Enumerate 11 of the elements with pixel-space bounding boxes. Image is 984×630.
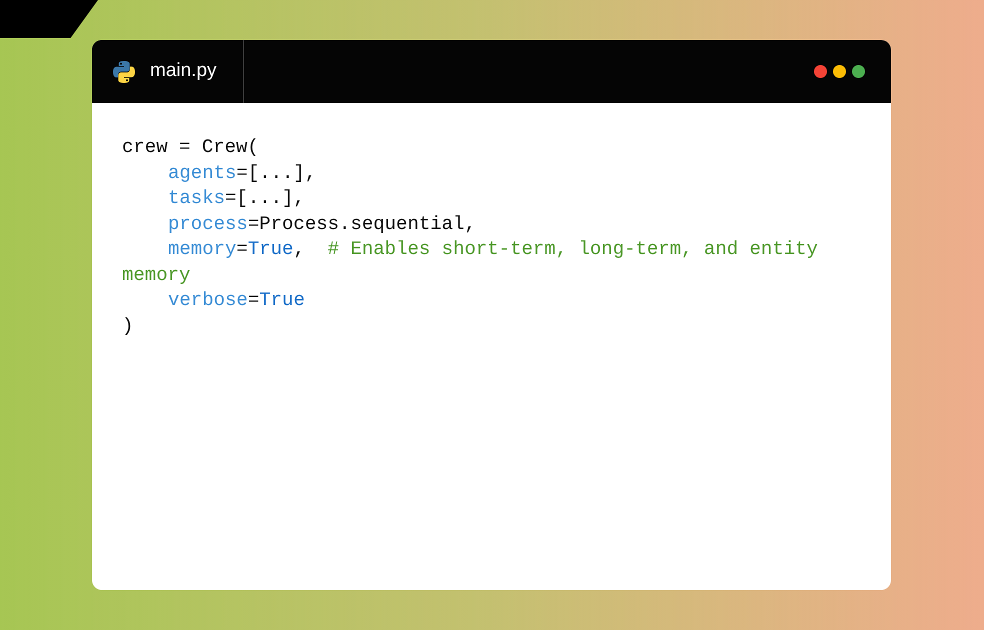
python-logo-icon xyxy=(112,60,136,84)
code-line: agents=[...], xyxy=(167,160,318,186)
code-line: crew = Crew( xyxy=(122,135,260,160)
code-line: verbose=True xyxy=(167,288,306,313)
file-tab[interactable]: main.py xyxy=(92,40,244,103)
file-name: main.py xyxy=(150,59,217,84)
code-line: memory=True, # Enables short-term, long-term, and entity xyxy=(167,237,819,262)
code-line: process=Process.sequential, xyxy=(167,212,477,236)
code-line: ) xyxy=(122,314,134,338)
code-line: memory xyxy=(122,262,192,288)
code-line: tasks=[...], xyxy=(167,186,306,211)
